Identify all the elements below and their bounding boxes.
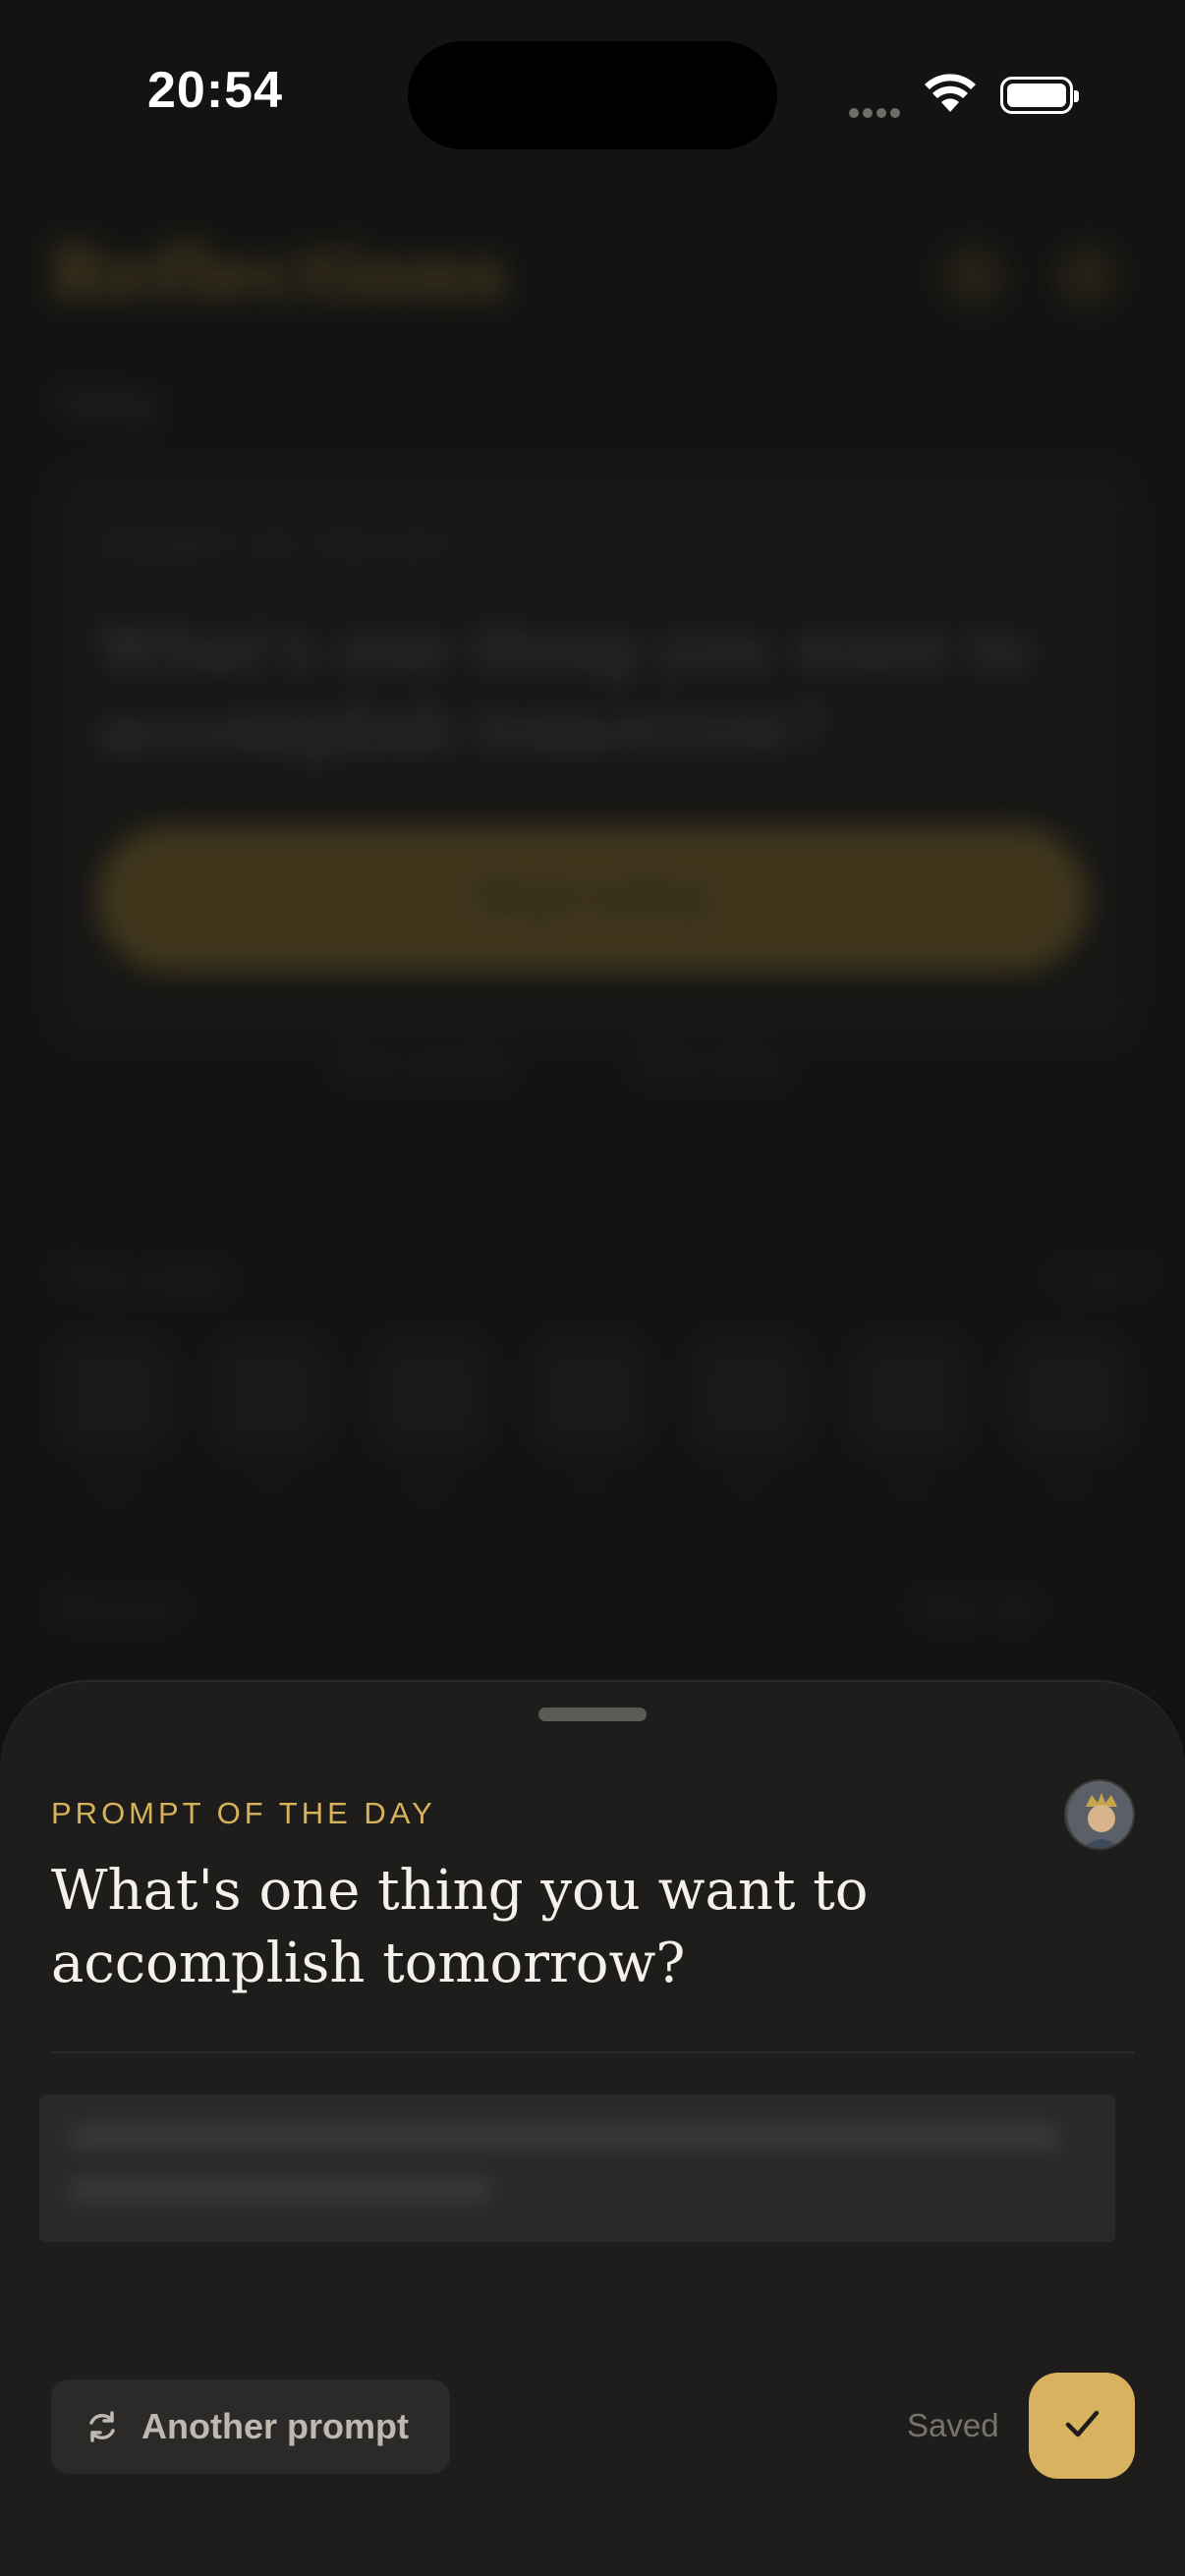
journal-entry-text[interactable] xyxy=(39,2095,1115,2242)
another-prompt-label: Another prompt xyxy=(141,2406,409,2446)
entry-ghost-line xyxy=(69,2124,1061,2150)
divider xyxy=(51,2051,1134,2053)
save-button[interactable] xyxy=(1029,2373,1135,2479)
background-app: Reflections Today PROMPT OF THE DAY What… xyxy=(0,0,1185,1709)
prompt-sheet: PROMPT OF THE DAY What's one thing you w… xyxy=(0,1680,1185,2576)
dynamic-island xyxy=(408,41,777,149)
check-icon xyxy=(1059,2401,1104,2451)
saved-status: Saved xyxy=(907,2407,999,2443)
prompt-label: PROMPT OF THE DAY xyxy=(51,1796,436,1830)
sheet-grabber[interactable] xyxy=(538,1708,647,1721)
refresh-icon xyxy=(85,2409,120,2444)
user-avatar[interactable] xyxy=(1064,1779,1135,1850)
prompt-question: What's one thing you want to accomplish … xyxy=(51,1859,869,1995)
status-time: 20:54 xyxy=(147,62,283,119)
entry-ghost-line xyxy=(69,2177,491,2203)
another-prompt-button[interactable]: Another prompt xyxy=(51,2380,450,2474)
sheet-backdrop[interactable] xyxy=(0,0,1185,1709)
cellular-signal-icon xyxy=(849,105,908,118)
wifi-icon xyxy=(924,73,977,119)
battery-icon xyxy=(1000,77,1079,114)
